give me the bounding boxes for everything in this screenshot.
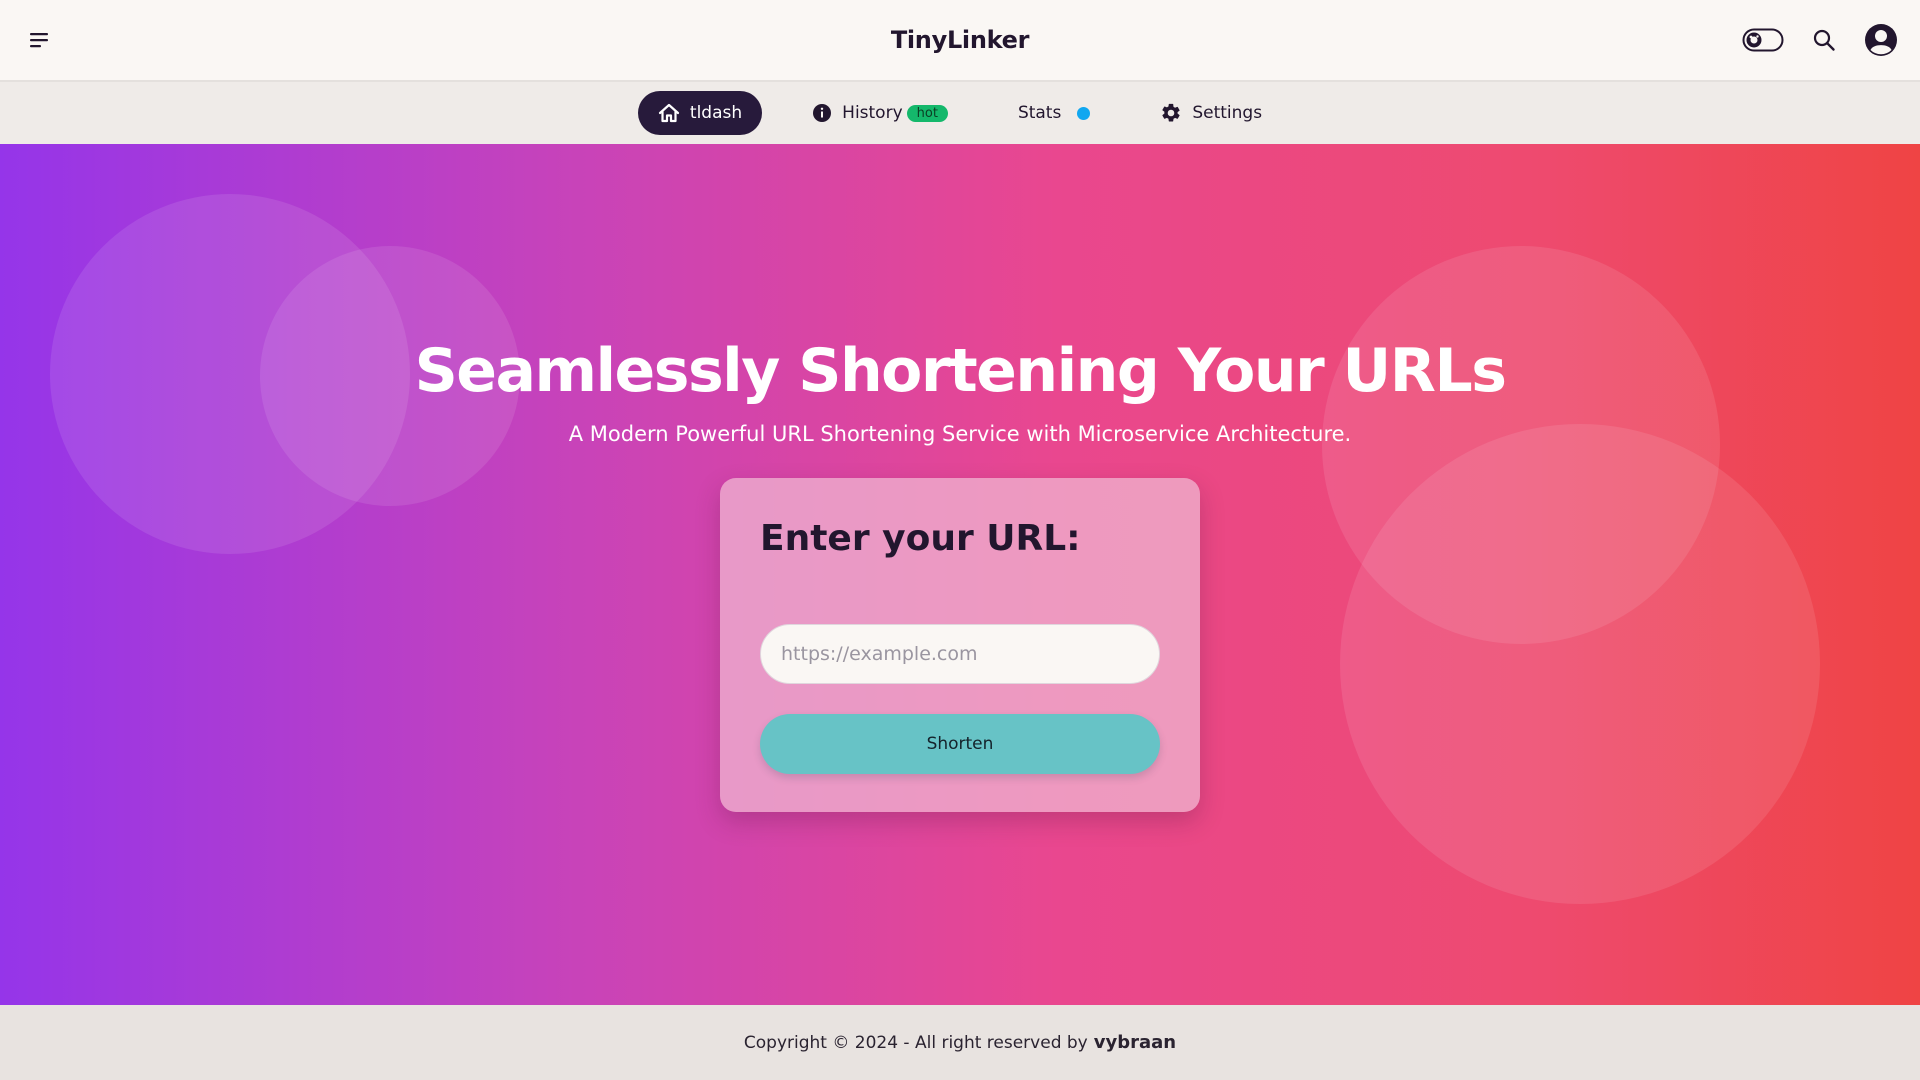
theme-toggle-icon bbox=[1742, 28, 1784, 52]
nav-label-settings: Settings bbox=[1192, 103, 1263, 123]
nav-label-history: History bbox=[842, 103, 903, 123]
theme-toggle-button[interactable] bbox=[1742, 28, 1784, 52]
app-header: TinyLinker bbox=[0, 0, 1920, 80]
info-icon bbox=[813, 104, 832, 122]
gear-icon bbox=[1162, 103, 1180, 122]
account-button[interactable] bbox=[1864, 23, 1898, 57]
shorten-form-card: Enter your URL: Shorten bbox=[720, 478, 1200, 812]
main-nav: tldash History hot Stats Settings bbox=[0, 80, 1920, 144]
search-icon bbox=[1813, 29, 1835, 51]
author-name: vybraan bbox=[1093, 1032, 1177, 1053]
menu-icon bbox=[30, 33, 48, 48]
app-title: TinyLinker bbox=[890, 26, 1030, 54]
hero-section: Seamlessly Shortening Your URLs A Modern… bbox=[0, 144, 1920, 1005]
page-footer: Copyright © 2024 - All right reserved by… bbox=[0, 1005, 1920, 1080]
copyright-text: Copyright © 2024 - All right reserved by bbox=[743, 1032, 1088, 1053]
stats-status-dot bbox=[1077, 106, 1091, 120]
header-actions bbox=[1742, 20, 1898, 60]
hero-subtitle: A Modern Powerful URL Shortening Service… bbox=[568, 422, 1352, 446]
nav-label-stats: Stats bbox=[1017, 103, 1062, 123]
user-account-icon bbox=[1865, 24, 1897, 56]
nav-label-tldash: tldash bbox=[689, 103, 743, 123]
search-button[interactable] bbox=[1812, 28, 1836, 52]
menu-button[interactable] bbox=[28, 28, 52, 52]
hot-badge: hot bbox=[906, 104, 948, 122]
home-icon bbox=[658, 103, 680, 123]
shorten-button[interactable]: Shorten bbox=[760, 714, 1160, 774]
nav-item-settings[interactable]: Settings bbox=[1140, 91, 1282, 135]
hero-title: Seamlessly Shortening Your URLs bbox=[414, 336, 1507, 406]
nav-item-stats[interactable]: Stats bbox=[998, 91, 1110, 135]
nav-item-tldash[interactable]: tldash bbox=[637, 91, 763, 135]
nav-item-history[interactable]: History hot bbox=[792, 91, 968, 135]
url-input[interactable] bbox=[760, 624, 1160, 684]
form-heading: Enter your URL: bbox=[760, 518, 1081, 559]
decorative-circle bbox=[1340, 424, 1820, 904]
